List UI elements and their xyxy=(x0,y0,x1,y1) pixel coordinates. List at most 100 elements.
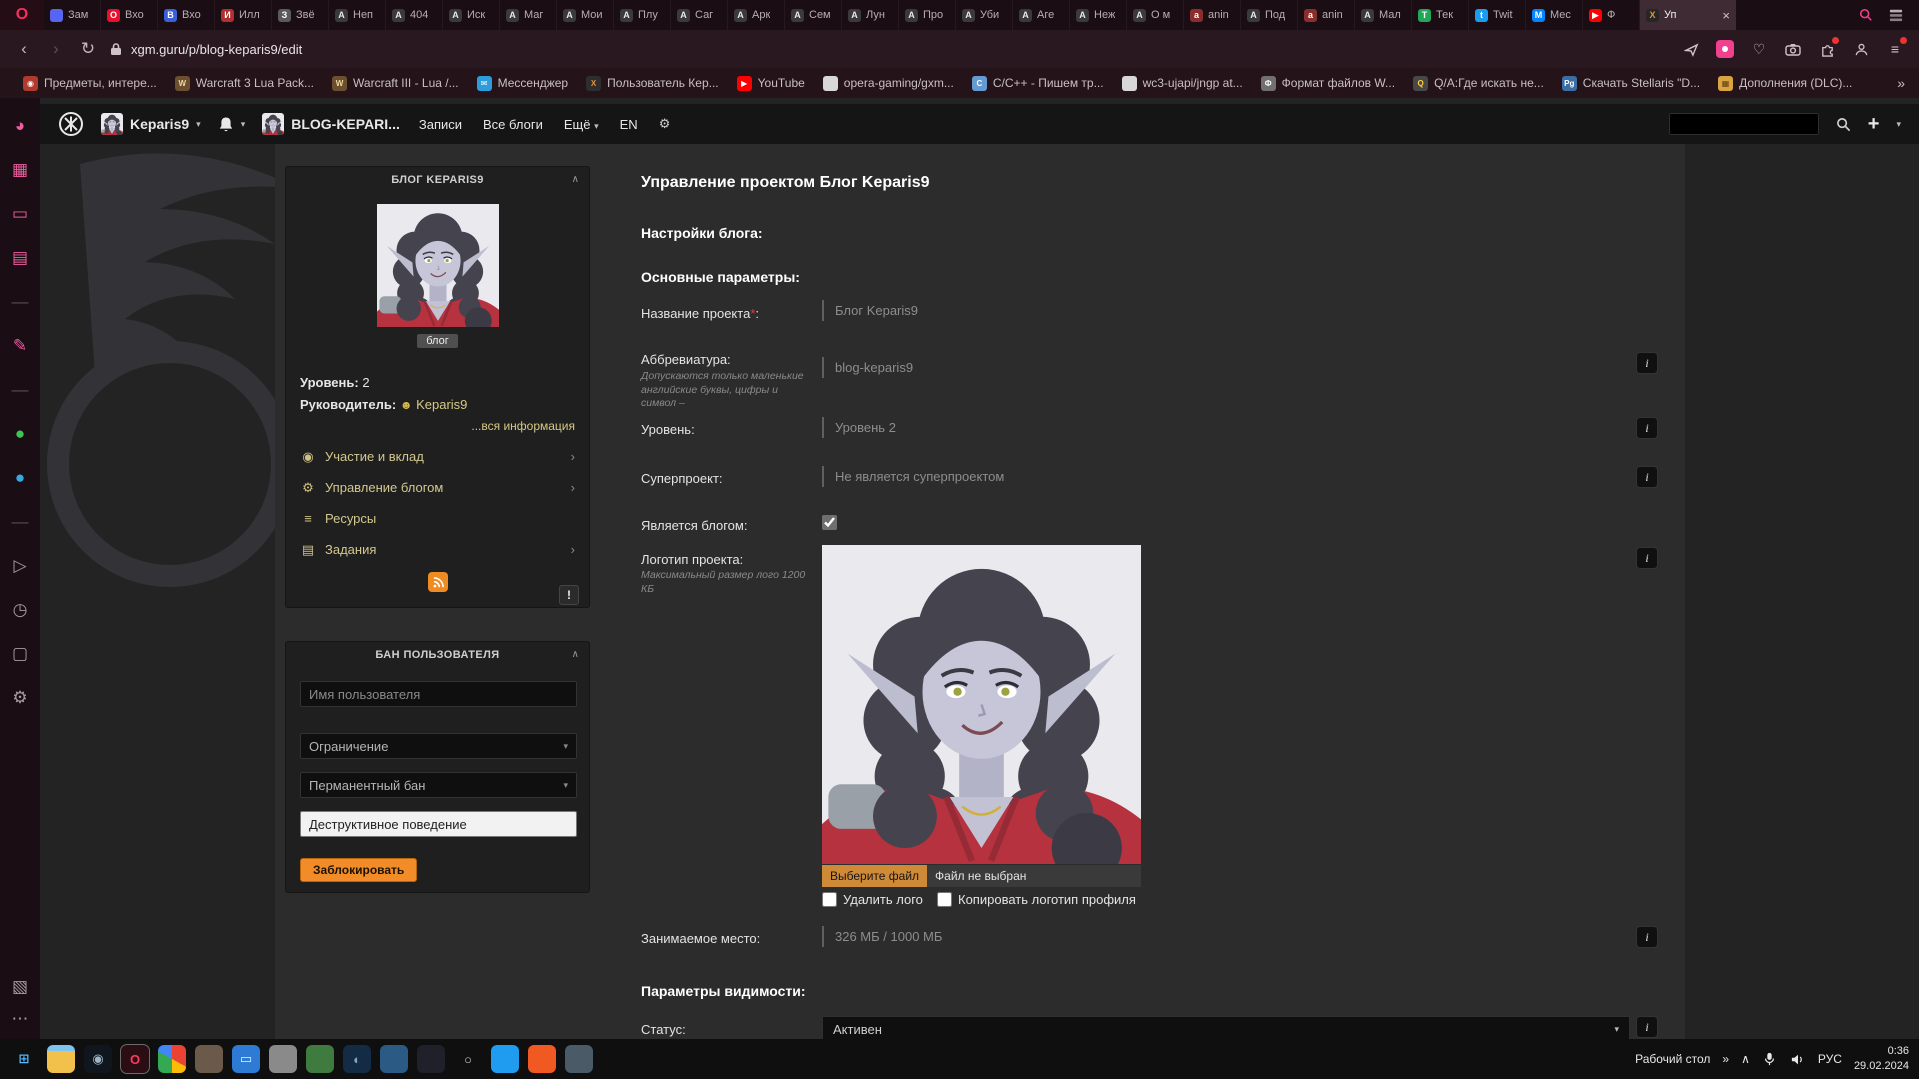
browser-tab[interactable]: t Twit xyxy=(1469,0,1526,30)
bookmark-item[interactable]: W Warcraft 3 Lua Pack... xyxy=(166,73,323,94)
browser-tab[interactable]: А О м xyxy=(1127,0,1184,30)
browser-tab[interactable]: А Уби xyxy=(956,0,1013,30)
bookmark-item[interactable]: Ф Формат файлов W... xyxy=(1252,73,1404,94)
browser-tab[interactable]: А Сем xyxy=(785,0,842,30)
bookmark-item[interactable]: wc3-ujapi/jngp at... xyxy=(1113,73,1252,94)
dark-app[interactable] xyxy=(417,1045,445,1073)
ban-submit-button[interactable]: Заблокировать xyxy=(300,858,418,882)
hidden-icons-chevron[interactable]: ∧ xyxy=(1741,1052,1750,1066)
user-menu[interactable]: Keparis9 ▾ xyxy=(101,113,201,135)
dark-sphere-app[interactable]: ◐ xyxy=(343,1045,371,1073)
blog-menu-item[interactable]: ▤ Задания › xyxy=(286,534,589,565)
steel-app[interactable] xyxy=(565,1045,593,1073)
browser-tab[interactable]: А Неж xyxy=(1070,0,1127,30)
browser-tab[interactable]: А Лун xyxy=(842,0,899,30)
back-button[interactable]: ‹ xyxy=(14,39,34,59)
nav-more[interactable]: Ещё ▾ xyxy=(562,117,601,132)
gx-mods-icon[interactable]: ▦ xyxy=(0,148,40,192)
remote-desktop[interactable]: ▭ xyxy=(232,1045,260,1073)
blog-menu-item[interactable]: ≡ Ресурсы xyxy=(286,503,589,534)
blog-menu-item[interactable]: ⚙ Управление блогом › xyxy=(286,472,589,503)
desktop-toolbar-chevron[interactable]: » xyxy=(1722,1052,1729,1066)
add-content-button[interactable]: + xyxy=(1868,114,1880,134)
python-app[interactable] xyxy=(380,1045,408,1073)
bookmark-item[interactable]: C C/C++ - Пишем тр... xyxy=(963,73,1113,94)
url-field[interactable]: xgm.guru/p/blog-keparis9/edit xyxy=(110,42,1669,57)
reload-button[interactable]: ↻ xyxy=(78,39,98,59)
ban-username-input[interactable] xyxy=(300,681,577,707)
start-button[interactable]: ⊞ xyxy=(10,1045,38,1073)
vscode[interactable] xyxy=(491,1045,519,1073)
mic-icon[interactable] xyxy=(1762,1051,1778,1067)
gray-app[interactable] xyxy=(269,1045,297,1073)
bookmark-item[interactable]: W Warcraft III - Lua /... xyxy=(323,73,468,94)
browser-tab[interactable]: ▶ Ф xyxy=(1583,0,1640,30)
tab-search-icon[interactable] xyxy=(1859,8,1873,22)
orange-app[interactable] xyxy=(528,1045,556,1073)
keyboard-language[interactable]: РУС xyxy=(1818,1052,1842,1066)
steam[interactable]: ◉ xyxy=(84,1045,112,1073)
copy-logo-checkbox[interactable] xyxy=(937,892,952,907)
nav-posts[interactable]: Записи xyxy=(417,117,464,132)
browser-tab[interactable]: А Маг xyxy=(500,0,557,30)
info-icon[interactable]: i xyxy=(1636,547,1658,569)
nav-all-blogs[interactable]: Все блоги xyxy=(481,117,545,132)
bookmark-item[interactable]: ▦ Дополнения (DLC)... xyxy=(1709,73,1861,94)
browser-tab[interactable]: А Аге xyxy=(1013,0,1070,30)
browser-tab[interactable]: А Неп xyxy=(329,0,386,30)
all-info-link[interactable]: ...вся информация xyxy=(471,419,575,433)
divider[interactable]: — xyxy=(0,500,40,544)
gimp[interactable] xyxy=(195,1045,223,1073)
alert-button[interactable]: ! xyxy=(559,585,579,605)
green-app[interactable] xyxy=(306,1045,334,1073)
active-tab[interactable]: X Уп × xyxy=(1640,0,1736,30)
search-icon[interactable] xyxy=(1836,117,1851,132)
language-switch[interactable]: EN xyxy=(618,117,640,132)
info-icon[interactable]: i xyxy=(1636,417,1658,439)
browser-tab[interactable]: А Арк xyxy=(728,0,785,30)
ban-duration-select[interactable]: Перманентный бан ▾ xyxy=(300,772,577,798)
sidebar-more-icon[interactable]: ⋯ xyxy=(12,1009,29,1029)
info-icon[interactable]: i xyxy=(1636,352,1658,374)
bookmark-item[interactable]: ▶ YouTube xyxy=(728,73,814,94)
choose-file-button[interactable]: Выберите файл xyxy=(822,865,928,887)
browser-tab[interactable]: А 404 xyxy=(386,0,443,30)
gx-home-icon[interactable]: ◕ xyxy=(0,104,40,148)
bookmark-item[interactable]: ✉ Мессенджер xyxy=(468,73,577,94)
extensions-icon[interactable] xyxy=(1817,37,1839,59)
whatsapp-icon[interactable]: ● xyxy=(0,412,40,456)
tab-close-icon[interactable]: × xyxy=(1722,9,1730,22)
bookmark-item[interactable]: opera-gaming/gxm... xyxy=(814,73,963,94)
delete-logo-checkbox[interactable] xyxy=(822,892,837,907)
notifications-menu[interactable]: ▾ xyxy=(218,116,245,133)
browser-tab[interactable]: O Вхо xyxy=(101,0,158,30)
browser-tab[interactable]: M Мес xyxy=(1526,0,1583,30)
pinboard-icon[interactable] xyxy=(1715,39,1735,59)
browser-tab[interactable]: a anin xyxy=(1298,0,1355,30)
ring-app[interactable]: ○ xyxy=(454,1045,482,1073)
box-icon[interactable]: ▢ xyxy=(0,632,40,676)
collapse-chevron-icon[interactable]: ∧ xyxy=(572,174,579,185)
file-explorer[interactable] xyxy=(47,1045,75,1073)
ban-restriction-select[interactable]: Ограничение ▾ xyxy=(300,733,577,759)
heart-icon[interactable]: ♡ xyxy=(1749,39,1769,59)
browser-tab[interactable]: И Илл xyxy=(215,0,272,30)
browser-tab[interactable]: А Мал xyxy=(1355,0,1412,30)
level-input[interactable]: Уровень 2 xyxy=(822,417,1122,438)
panels-icon[interactable]: ▧ xyxy=(12,977,28,997)
telegram-icon[interactable]: ● xyxy=(0,456,40,500)
share-icon[interactable] xyxy=(1681,39,1701,59)
bookmark-item[interactable]: Pg Скачать Stellaris "D... xyxy=(1553,73,1709,94)
opera-gx-menu-button[interactable]: O xyxy=(0,0,44,30)
divider[interactable]: — xyxy=(0,368,40,412)
collapse-chevron-icon[interactable]: ∧ xyxy=(572,649,579,660)
snapshot-icon[interactable] xyxy=(1783,39,1803,59)
project-name-input[interactable]: Блог Keparis9 xyxy=(822,300,1122,321)
is-blog-checkbox[interactable] xyxy=(822,515,837,530)
clock[interactable]: 0:36 29.02.2024 xyxy=(1854,1044,1909,1074)
xgm-logo[interactable] xyxy=(58,111,84,137)
browser-tab[interactable]: А Саг xyxy=(671,0,728,30)
ban-reason-input[interactable] xyxy=(300,811,577,837)
player-icon[interactable]: ▷ xyxy=(0,544,40,588)
browser-tab[interactable]: З Звё xyxy=(272,0,329,30)
